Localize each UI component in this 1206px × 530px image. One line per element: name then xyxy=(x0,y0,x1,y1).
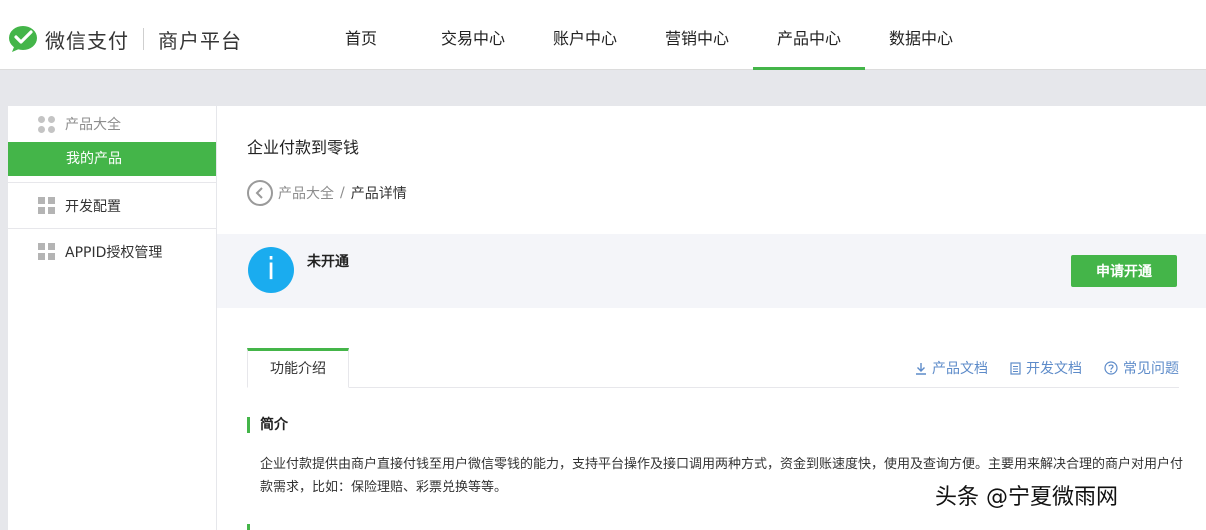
brand[interactable]: 微信支付 商户平台 xyxy=(8,22,242,56)
apply-button[interactable]: 申请开通 xyxy=(1071,255,1177,287)
tab-feature-intro[interactable]: 功能介绍 xyxy=(247,348,349,388)
sidebar-group-products: 产品大全 我的产品 xyxy=(8,106,216,176)
download-icon xyxy=(916,362,926,375)
nav-marketing-center[interactable]: 营销中心 xyxy=(641,0,753,70)
section-title-intro: 简介 xyxy=(247,417,288,433)
tabs-row: 功能介绍 产品文档 开发文档 常见问题 xyxy=(247,348,1179,388)
sidebar-item-appid-auth[interactable]: APPID授权管理 xyxy=(8,228,216,274)
top-bar: 微信支付 商户平台 首页 交易中心 账户中心 营销中心 产品中心 数据中心 xyxy=(0,0,1206,70)
info-icon: i xyxy=(248,247,294,293)
apps-icon xyxy=(38,115,55,133)
product-doc-link[interactable]: 产品文档 xyxy=(915,358,988,378)
breadcrumb-current: 产品详情 xyxy=(350,186,407,202)
main-content: 企业付款到零钱 产品大全 / 产品详情 i 未开通 申请开通 功能介绍 产品文档 xyxy=(217,106,1206,530)
doc-link-label: 开发文档 xyxy=(1026,361,1082,377)
sidebar-item-my-products[interactable]: 我的产品 xyxy=(8,142,216,176)
sidebar-item-label: 开发配置 xyxy=(65,198,121,215)
back-button[interactable] xyxy=(247,180,273,206)
doc-link-label: 产品文档 xyxy=(932,361,988,377)
chevron-left-icon xyxy=(255,187,263,199)
status-text: 未开通 xyxy=(307,254,349,270)
brand-name: 微信支付 xyxy=(45,28,129,53)
main-nav: 首页 交易中心 账户中心 营销中心 产品中心 数据中心 xyxy=(305,0,977,70)
wechat-pay-logo-icon xyxy=(9,26,37,52)
page-title: 企业付款到零钱 xyxy=(247,138,360,157)
sidebar-group-label: 产品大全 xyxy=(65,117,121,133)
doc-link-label: 常见问题 xyxy=(1123,361,1179,377)
nav-trade-center[interactable]: 交易中心 xyxy=(417,0,529,70)
section-marker xyxy=(247,524,250,530)
sidebar-item-dev-config[interactable]: 开发配置 xyxy=(8,182,216,228)
breadcrumb-separator: / xyxy=(340,185,345,201)
sidebar: 产品大全 我的产品 开发配置 APPID授权管理 xyxy=(8,106,216,530)
brand-divider xyxy=(143,28,144,50)
grid-icon xyxy=(38,243,55,260)
grid-icon xyxy=(38,197,55,214)
sidebar-group-header[interactable]: 产品大全 xyxy=(8,106,216,142)
watermark-text: 头条 @宁夏微雨网 xyxy=(935,485,1118,510)
document-icon xyxy=(1010,361,1021,375)
nav-data-center[interactable]: 数据中心 xyxy=(865,0,977,70)
sidebar-item-label: APPID授权管理 xyxy=(65,244,163,261)
question-circle-icon xyxy=(1104,361,1118,375)
nav-home[interactable]: 首页 xyxy=(305,0,417,70)
doc-links: 产品文档 开发文档 常见问题 xyxy=(893,358,1179,378)
dev-doc-link[interactable]: 开发文档 xyxy=(1010,358,1082,378)
nav-account-center[interactable]: 账户中心 xyxy=(529,0,641,70)
breadcrumb: 产品大全 / 产品详情 xyxy=(247,180,407,206)
brand-subtitle: 商户平台 xyxy=(158,28,242,53)
faq-link[interactable]: 常见问题 xyxy=(1104,358,1179,378)
nav-product-center[interactable]: 产品中心 xyxy=(753,0,865,70)
breadcrumb-parent[interactable]: 产品大全 xyxy=(278,183,334,203)
status-panel: i 未开通 申请开通 xyxy=(217,234,1206,308)
